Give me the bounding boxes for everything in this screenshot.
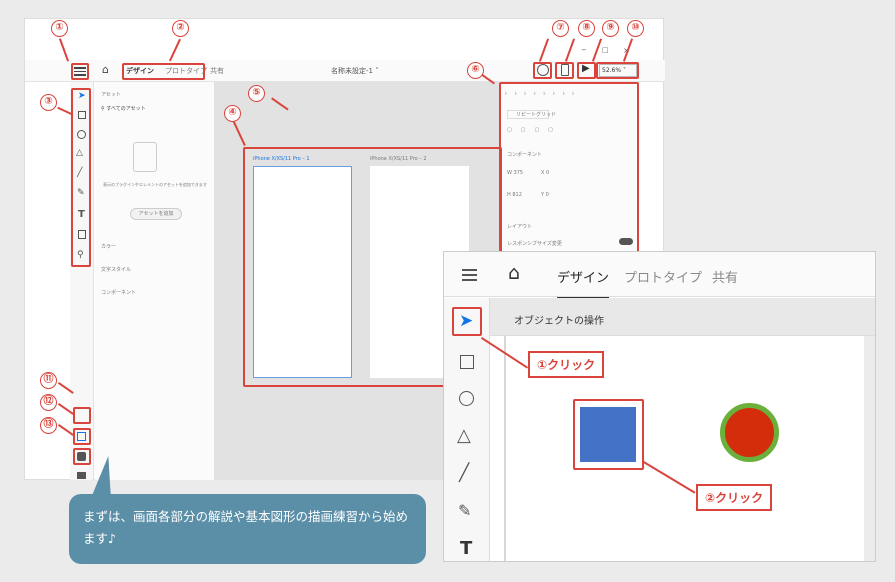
assets-title: アセット <box>101 92 121 98</box>
minimize-button[interactable]: − <box>581 46 587 54</box>
click-label-2: ②クリック <box>696 484 773 511</box>
assets-empty-icon <box>133 142 157 172</box>
speech-bubble: まずは、画面各部分の解説や基本図形の描画練習から始めます♪ <box>69 494 426 564</box>
highlight-menu <box>71 63 89 80</box>
highlight-preview <box>555 62 574 79</box>
callout-3: ③ <box>40 94 57 111</box>
callout-1: ① <box>51 20 68 37</box>
highlight-plugins <box>73 428 91 445</box>
zoom-line-tool-icon[interactable]: ╱ <box>459 463 469 483</box>
zoom-pen-tool-icon[interactable]: ✎ <box>458 501 471 520</box>
highlight-inspector <box>499 82 639 256</box>
callout-9: ⑨ <box>602 20 619 37</box>
zoom-rectangle-tool-icon[interactable] <box>460 355 474 369</box>
components-section[interactable]: コンポーネント <box>101 289 136 296</box>
colors-section[interactable]: カラー <box>101 243 116 250</box>
zoom-text-tool-icon[interactable]: T <box>460 538 472 559</box>
callout-7: ⑦ <box>552 20 569 37</box>
highlight-select-tool <box>452 307 482 336</box>
asset-search[interactable]: ⚲ すべてのアセット <box>101 105 146 112</box>
highlight-zoom <box>596 62 639 79</box>
callout-11: ⑪ <box>40 372 57 389</box>
callout-12: ⑫ <box>40 394 57 411</box>
object-operation-label: オブジェクトの操作 <box>514 316 604 327</box>
document-title-text: 名称未設定-1 <box>331 67 373 75</box>
zoom-tab-design[interactable]: デザイン <box>557 267 610 299</box>
layers-icon[interactable] <box>77 472 86 479</box>
assets-panel: アセット ⚲ すべてのアセット 表示のプラグインやエレメントのアセットを追加でき… <box>95 82 215 480</box>
callout-2: ② <box>172 20 189 37</box>
zoom-panel: ⌂ デザイン プロトタイプ 共有 ➤ △ ╱ ✎ T オブジェクトの操作 ①クリ… <box>443 251 876 562</box>
callout-13: ⑬ <box>40 417 57 434</box>
zoom-canvas-right <box>864 336 875 561</box>
zoom-canvas-edge <box>504 336 506 561</box>
tab-share[interactable]: 共有 <box>210 66 224 76</box>
highlight-play <box>577 62 596 79</box>
highlight-toolbar <box>71 88 91 267</box>
zoom-tab-share[interactable]: 共有 <box>712 267 738 286</box>
zoom-home-icon[interactable]: ⌂ <box>508 262 520 284</box>
zoom-tab-prototype[interactable]: プロトタイプ <box>624 267 702 286</box>
add-assets-button[interactable]: アセットを追加 <box>130 208 182 220</box>
highlight-coediting <box>533 62 552 79</box>
highlight-layers <box>73 448 91 465</box>
callout-6: ⑥ <box>467 62 484 79</box>
red-circle[interactable] <box>720 403 779 462</box>
home-icon[interactable]: ⌂ <box>102 63 109 76</box>
callout-5: ⑤ <box>248 85 265 102</box>
highlight-tabs <box>122 63 205 80</box>
zoom-ellipse-tool-icon[interactable] <box>459 391 474 406</box>
assets-empty-text: 表示のプラグインやエレメントのアセットを追加できます <box>103 182 207 187</box>
zoom-polygon-tool-icon[interactable]: △ <box>457 425 471 446</box>
document-title[interactable]: 名称未設定-1 ˅ <box>331 66 379 76</box>
char-styles-section[interactable]: 文字スタイル <box>101 266 131 273</box>
click-label-1: ①クリック <box>528 351 605 378</box>
zoom-menu-icon[interactable] <box>462 269 477 281</box>
maximize-button[interactable]: □ <box>602 46 609 54</box>
bubble-text: まずは、画面各部分の解説や基本図形の描画練習から始めます♪ <box>83 509 409 546</box>
highlight-assets <box>73 407 91 424</box>
asset-search-text: すべてのアセット <box>106 106 146 112</box>
callout-4: ④ <box>224 105 241 122</box>
zoom-context-bar: オブジェクトの操作 <box>490 298 875 336</box>
zoom-header-bar: ⌂ デザイン プロトタイプ 共有 <box>444 252 875 299</box>
callout-10: ⑩ <box>627 20 644 37</box>
highlight-blue-rectangle <box>573 399 644 470</box>
callout-8: ⑧ <box>578 20 595 37</box>
